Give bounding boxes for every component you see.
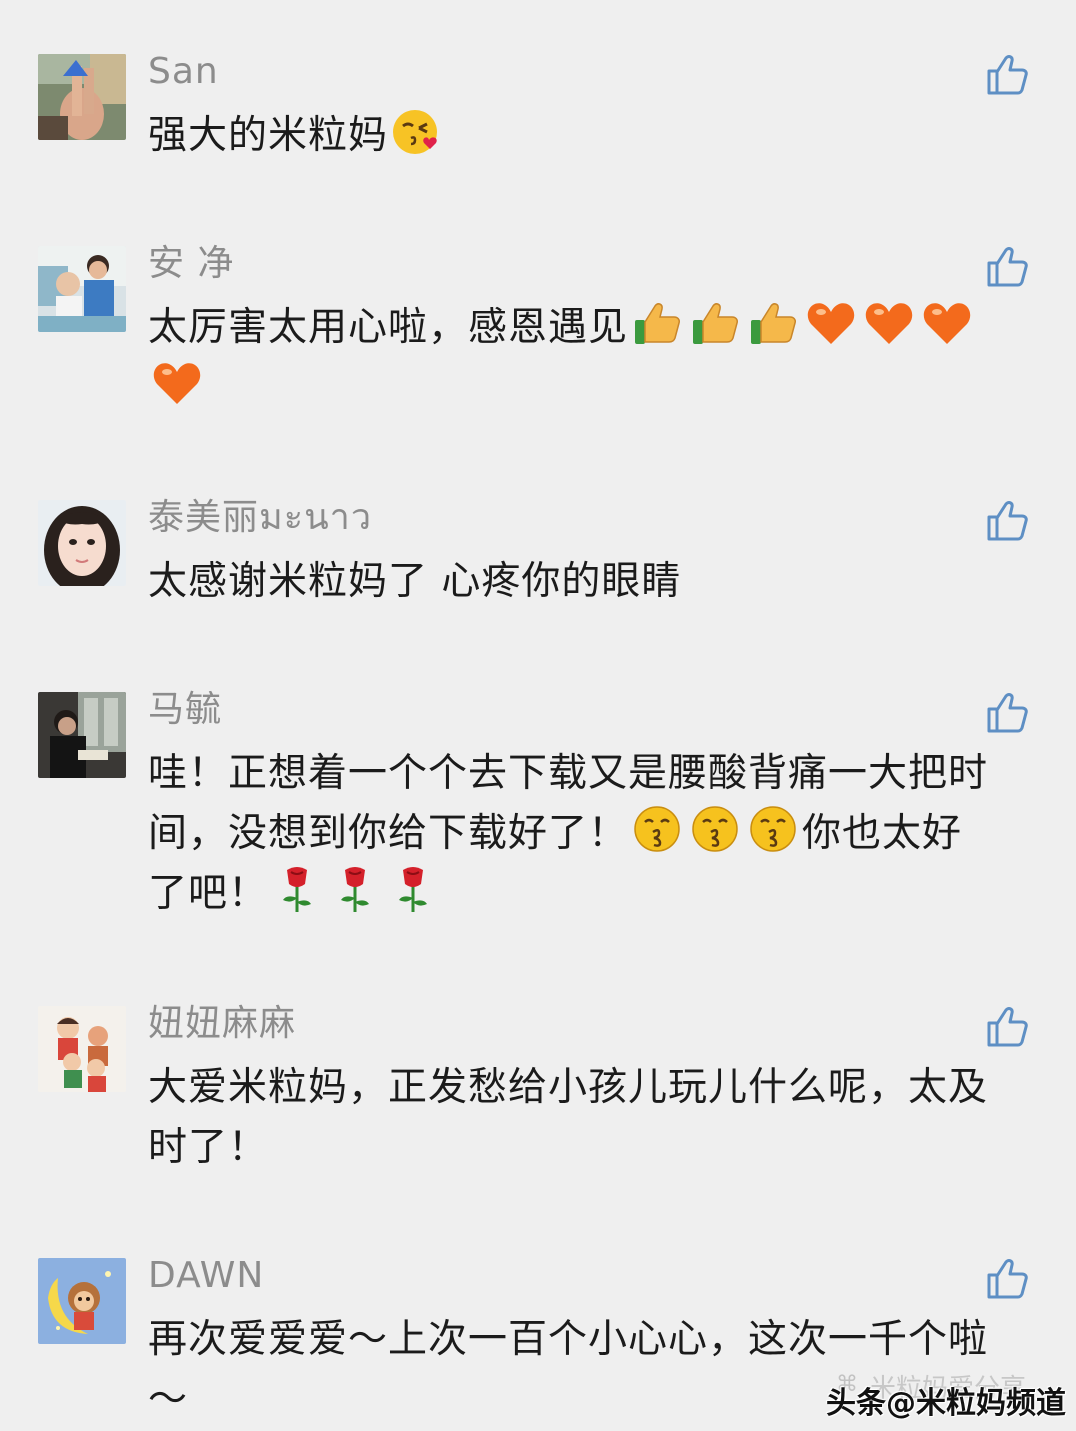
comment-text-segment: 大爱米粒妈，正发愁给小孩儿玩儿什么呢，太及时了！	[148, 1065, 989, 1170]
thumbs-up-like-icon[interactable]	[986, 1258, 1030, 1300]
comment-text: 大爱米粒妈，正发愁给小孩儿玩儿什么呢，太及时了！	[148, 1058, 998, 1178]
comment-username: DAWN	[148, 1255, 265, 1296]
rose-icon	[283, 867, 312, 912]
thumbs-up-like-icon[interactable]	[986, 1006, 1030, 1048]
orange-heart-icon	[923, 303, 971, 344]
watermark: ⌘ 米粒妈爱分享 头条@米粒妈频道	[822, 1368, 1072, 1421]
thumbs-up-like-icon[interactable]	[986, 692, 1030, 734]
avatar[interactable]	[38, 1258, 126, 1344]
comment-username: 马毓	[148, 689, 223, 730]
comment-username: 安 净	[148, 243, 235, 284]
rose-icon	[399, 867, 428, 912]
kissing-face-icon	[750, 806, 796, 852]
thumbs-up-emoji-icon	[635, 303, 681, 344]
comment-text: 哇！正想着一个个去下载又是腰酸背痛一大把时间，没想到你给下载好了！ 你也太好了吧…	[148, 744, 998, 924]
thumbs-up-like-icon[interactable]	[986, 54, 1030, 96]
comment-text: 太感谢米粒妈了 心疼你的眼睛	[148, 552, 998, 612]
orange-heart-icon	[807, 303, 855, 344]
comment-username: San	[148, 51, 219, 92]
comment-text-segment: 太感谢米粒妈了 心疼你的眼睛	[148, 559, 682, 604]
rose-icon	[341, 867, 370, 912]
comment-username: 妞妞麻麻	[148, 1003, 297, 1044]
avatar[interactable]	[38, 54, 126, 140]
orange-heart-icon	[865, 303, 913, 344]
comment-text: 强大的米粒妈	[148, 106, 998, 166]
comment-text: 太厉害太用心啦，感恩遇见	[148, 298, 998, 418]
thumbs-up-emoji-icon	[751, 303, 797, 344]
kissing-face-icon	[692, 806, 738, 852]
avatar[interactable]	[38, 246, 126, 332]
avatar[interactable]	[38, 1006, 126, 1092]
comment-text-segment: 强大的米粒妈	[148, 113, 389, 158]
orange-heart-icon	[153, 363, 201, 404]
comment-username: 泰美丽มะนาว	[148, 497, 373, 538]
comment-text-segment: 太厉害太用心啦，感恩遇见	[148, 305, 629, 350]
avatar[interactable]	[38, 500, 126, 586]
watermark-text: 头条@米粒妈频道	[826, 1386, 1066, 1421]
thumbs-up-like-icon[interactable]	[986, 246, 1030, 288]
avatar[interactable]	[38, 692, 126, 778]
kissing-face-icon	[634, 806, 680, 852]
thumbs-up-like-icon[interactable]	[986, 500, 1030, 542]
kiss-heart-face-icon	[393, 110, 438, 154]
thumbs-up-emoji-icon	[693, 303, 739, 344]
